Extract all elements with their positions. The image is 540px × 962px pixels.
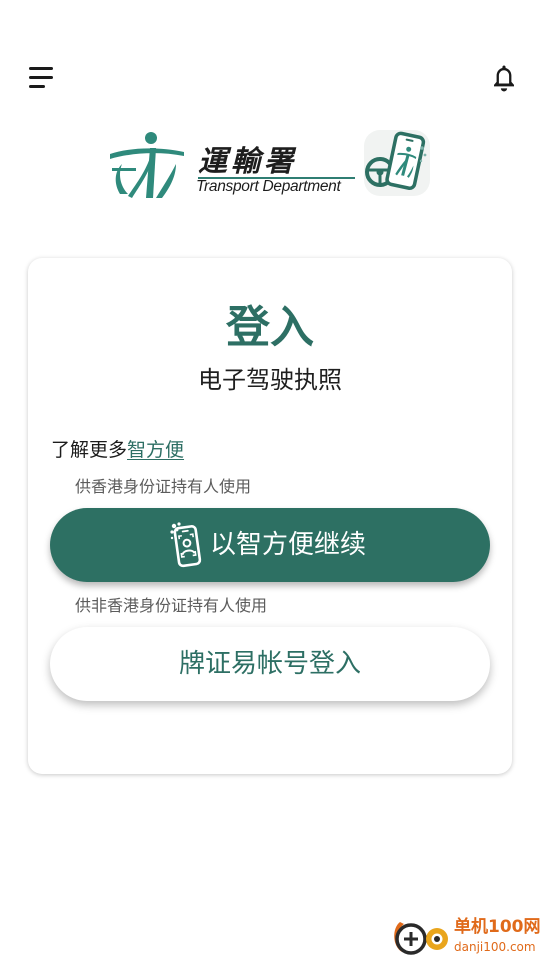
header-logo: 運輸署 Transport Department xyxy=(106,124,436,204)
watermark-site-name: 单机100网 xyxy=(454,917,540,937)
iamsmart-phone-icon xyxy=(168,521,204,569)
continue-with-iamsmart-button[interactable]: 以智方便继续 xyxy=(50,508,490,582)
iamsmart-info-link[interactable]: 智方便 xyxy=(127,439,184,461)
edriving-licence-app-icon xyxy=(362,128,432,198)
site-watermark: 单机100网 danji100.com xyxy=(388,914,540,960)
non-hk-id-holder-hint: 供非香港身份证持有人使用 xyxy=(75,596,268,615)
login-subtitle: 电子驾驶执照 xyxy=(198,366,342,394)
transport-department-emblem-icon xyxy=(106,128,186,200)
notification-button[interactable] xyxy=(488,62,520,94)
menu-icon xyxy=(26,62,60,94)
hk-id-holder-hint: 供香港身份证持有人使用 xyxy=(75,477,252,496)
menu-button[interactable] xyxy=(26,62,60,94)
bell-icon xyxy=(488,65,520,98)
department-english-name: Transport Department xyxy=(196,178,341,195)
department-chinese-name: 運輸署 xyxy=(198,144,298,178)
account-button-label: 牌证易帐号登入 xyxy=(178,649,361,679)
login-title: 登入 xyxy=(226,302,314,353)
login-card: 登入 电子驾驶执照 了解更多智方便 供香港身份证持有人使用 以智方便继续 供非香… xyxy=(28,258,512,774)
learn-more-text: 了解更多智方便 xyxy=(51,435,184,465)
account-login-button[interactable]: 牌证易帐号登入 xyxy=(50,627,490,701)
watermark-logo-icon xyxy=(390,916,454,958)
learn-more-prefix: 了解更多 xyxy=(51,439,128,461)
watermark-site-url: danji100.com xyxy=(454,940,536,954)
iamsmart-button-label: 以智方便继续 xyxy=(210,530,367,560)
